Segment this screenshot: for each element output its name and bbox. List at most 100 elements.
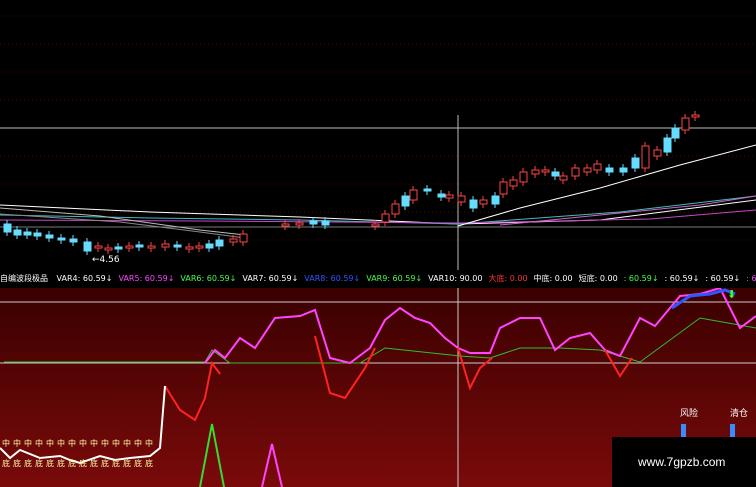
candle-body — [663, 137, 672, 153]
candle-body — [499, 181, 508, 195]
candle-body — [205, 243, 214, 249]
candle-body — [33, 232, 42, 237]
candle-body — [559, 175, 568, 181]
di-marker: 底 — [145, 458, 153, 468]
candle-body — [321, 220, 330, 226]
candle-body — [409, 189, 418, 201]
clear-marker — [730, 424, 735, 438]
di-marker: 底 — [79, 458, 87, 468]
candle-body — [691, 114, 700, 118]
candle-body — [631, 157, 640, 169]
zhong-marker: 中 — [46, 438, 54, 448]
candle-body — [469, 199, 478, 209]
di-marker: 底 — [134, 458, 142, 468]
candle-body — [593, 163, 602, 171]
di-marker: 底 — [68, 458, 76, 468]
candle-body — [185, 246, 194, 250]
di-marker: 底 — [24, 458, 32, 468]
candle-body — [23, 231, 32, 236]
candle-body — [281, 223, 290, 227]
candle-body — [215, 239, 224, 247]
candlestick-chart[interactable]: ←4.56 — [0, 0, 756, 270]
zhong-marker: 中 — [35, 438, 43, 448]
candle-body — [605, 167, 614, 173]
candle-body — [309, 220, 318, 225]
zhong-marker: 中 — [123, 438, 131, 448]
candle-body — [671, 127, 680, 139]
zhong-marker: 中 — [112, 438, 120, 448]
risk-label: 风险 — [680, 409, 699, 419]
zhong-marker: 中 — [90, 438, 98, 448]
di-marker: 底 — [90, 458, 98, 468]
indicator-5: VAR9: 60.59↓ — [366, 274, 423, 283]
candle-body — [423, 188, 432, 192]
candle-body — [571, 167, 580, 177]
candle-body — [173, 244, 182, 248]
candle-body — [135, 244, 144, 248]
candle-body — [541, 169, 550, 173]
zhong-marker: 中 — [24, 438, 32, 448]
indicator-8: 中底: 0.00 — [533, 274, 573, 283]
candle-body — [681, 117, 690, 131]
risk-marker — [681, 424, 686, 438]
candle-body — [45, 234, 54, 239]
di-marker: 底 — [13, 458, 21, 468]
candle-body — [371, 223, 380, 227]
di-marker: 底 — [101, 458, 109, 468]
di-marker: 底 — [2, 458, 10, 468]
di-marker: 底 — [112, 458, 120, 468]
indicator-12: : 60.59↓ — [705, 274, 741, 283]
indicator-9: 短底: 0.00 — [578, 274, 618, 283]
candle-body — [161, 243, 170, 248]
ma-line — [0, 209, 756, 224]
indicator-1: VAR5: 60.59↓ — [118, 274, 175, 283]
indicator-title: 自编波段极品 — [0, 274, 48, 283]
indicator-13: : 60.59↓ — [746, 274, 756, 283]
indicator-7: 大底: 0.00 — [488, 274, 528, 283]
candle-body — [125, 245, 134, 249]
watermark: www.7gpzb.com — [612, 437, 756, 487]
candle-body — [619, 167, 628, 173]
candle-body — [491, 195, 500, 205]
candle-body — [457, 195, 466, 203]
zhong-marker: 中 — [68, 438, 76, 448]
indicator-2: VAR6: 60.59↓ — [180, 274, 237, 283]
candle-body — [94, 245, 103, 249]
candle-body — [641, 145, 650, 169]
zhong-marker: 中 — [134, 438, 142, 448]
candle-body — [381, 213, 390, 223]
zhong-marker: 中 — [79, 438, 87, 448]
candle-body — [401, 195, 410, 207]
indicator-bar: 自编波段极品 VAR4: 60.59↓ VAR5: 60.59↓ VAR6: 60.… — [0, 270, 756, 288]
candle-body — [479, 199, 488, 205]
clear-label: 清仓 — [730, 409, 749, 419]
zhong-marker: 中 — [101, 438, 109, 448]
candle-body — [195, 245, 204, 249]
candle-body — [445, 194, 454, 199]
candle-body — [13, 229, 22, 236]
candle-body — [3, 223, 12, 233]
candle-body — [239, 233, 248, 243]
candle-body — [69, 238, 78, 243]
candle-body — [531, 169, 540, 175]
indicator-0: VAR4: 60.59↓ — [56, 274, 113, 283]
candle-body — [295, 222, 304, 226]
zhong-marker: 中 — [13, 438, 21, 448]
candle-body — [653, 149, 662, 157]
di-marker: 底 — [46, 458, 54, 468]
candle-body — [583, 167, 592, 173]
candle-body — [147, 245, 156, 249]
indicator-3: VAR7: 60.59↓ — [242, 274, 299, 283]
candle-body — [57, 237, 66, 241]
candle-body — [509, 179, 518, 187]
candle-body — [519, 171, 528, 183]
zhong-marker: 中 — [2, 438, 10, 448]
candle-body — [551, 171, 560, 177]
zhong-marker: 中 — [57, 438, 65, 448]
candle-body — [104, 247, 113, 251]
candle-body — [437, 193, 446, 198]
di-marker: 底 — [57, 458, 65, 468]
indicator-11: : 60.59↓ — [664, 274, 700, 283]
indicator-6: VAR10: 90.00 — [428, 274, 483, 283]
candle-body — [229, 238, 238, 243]
